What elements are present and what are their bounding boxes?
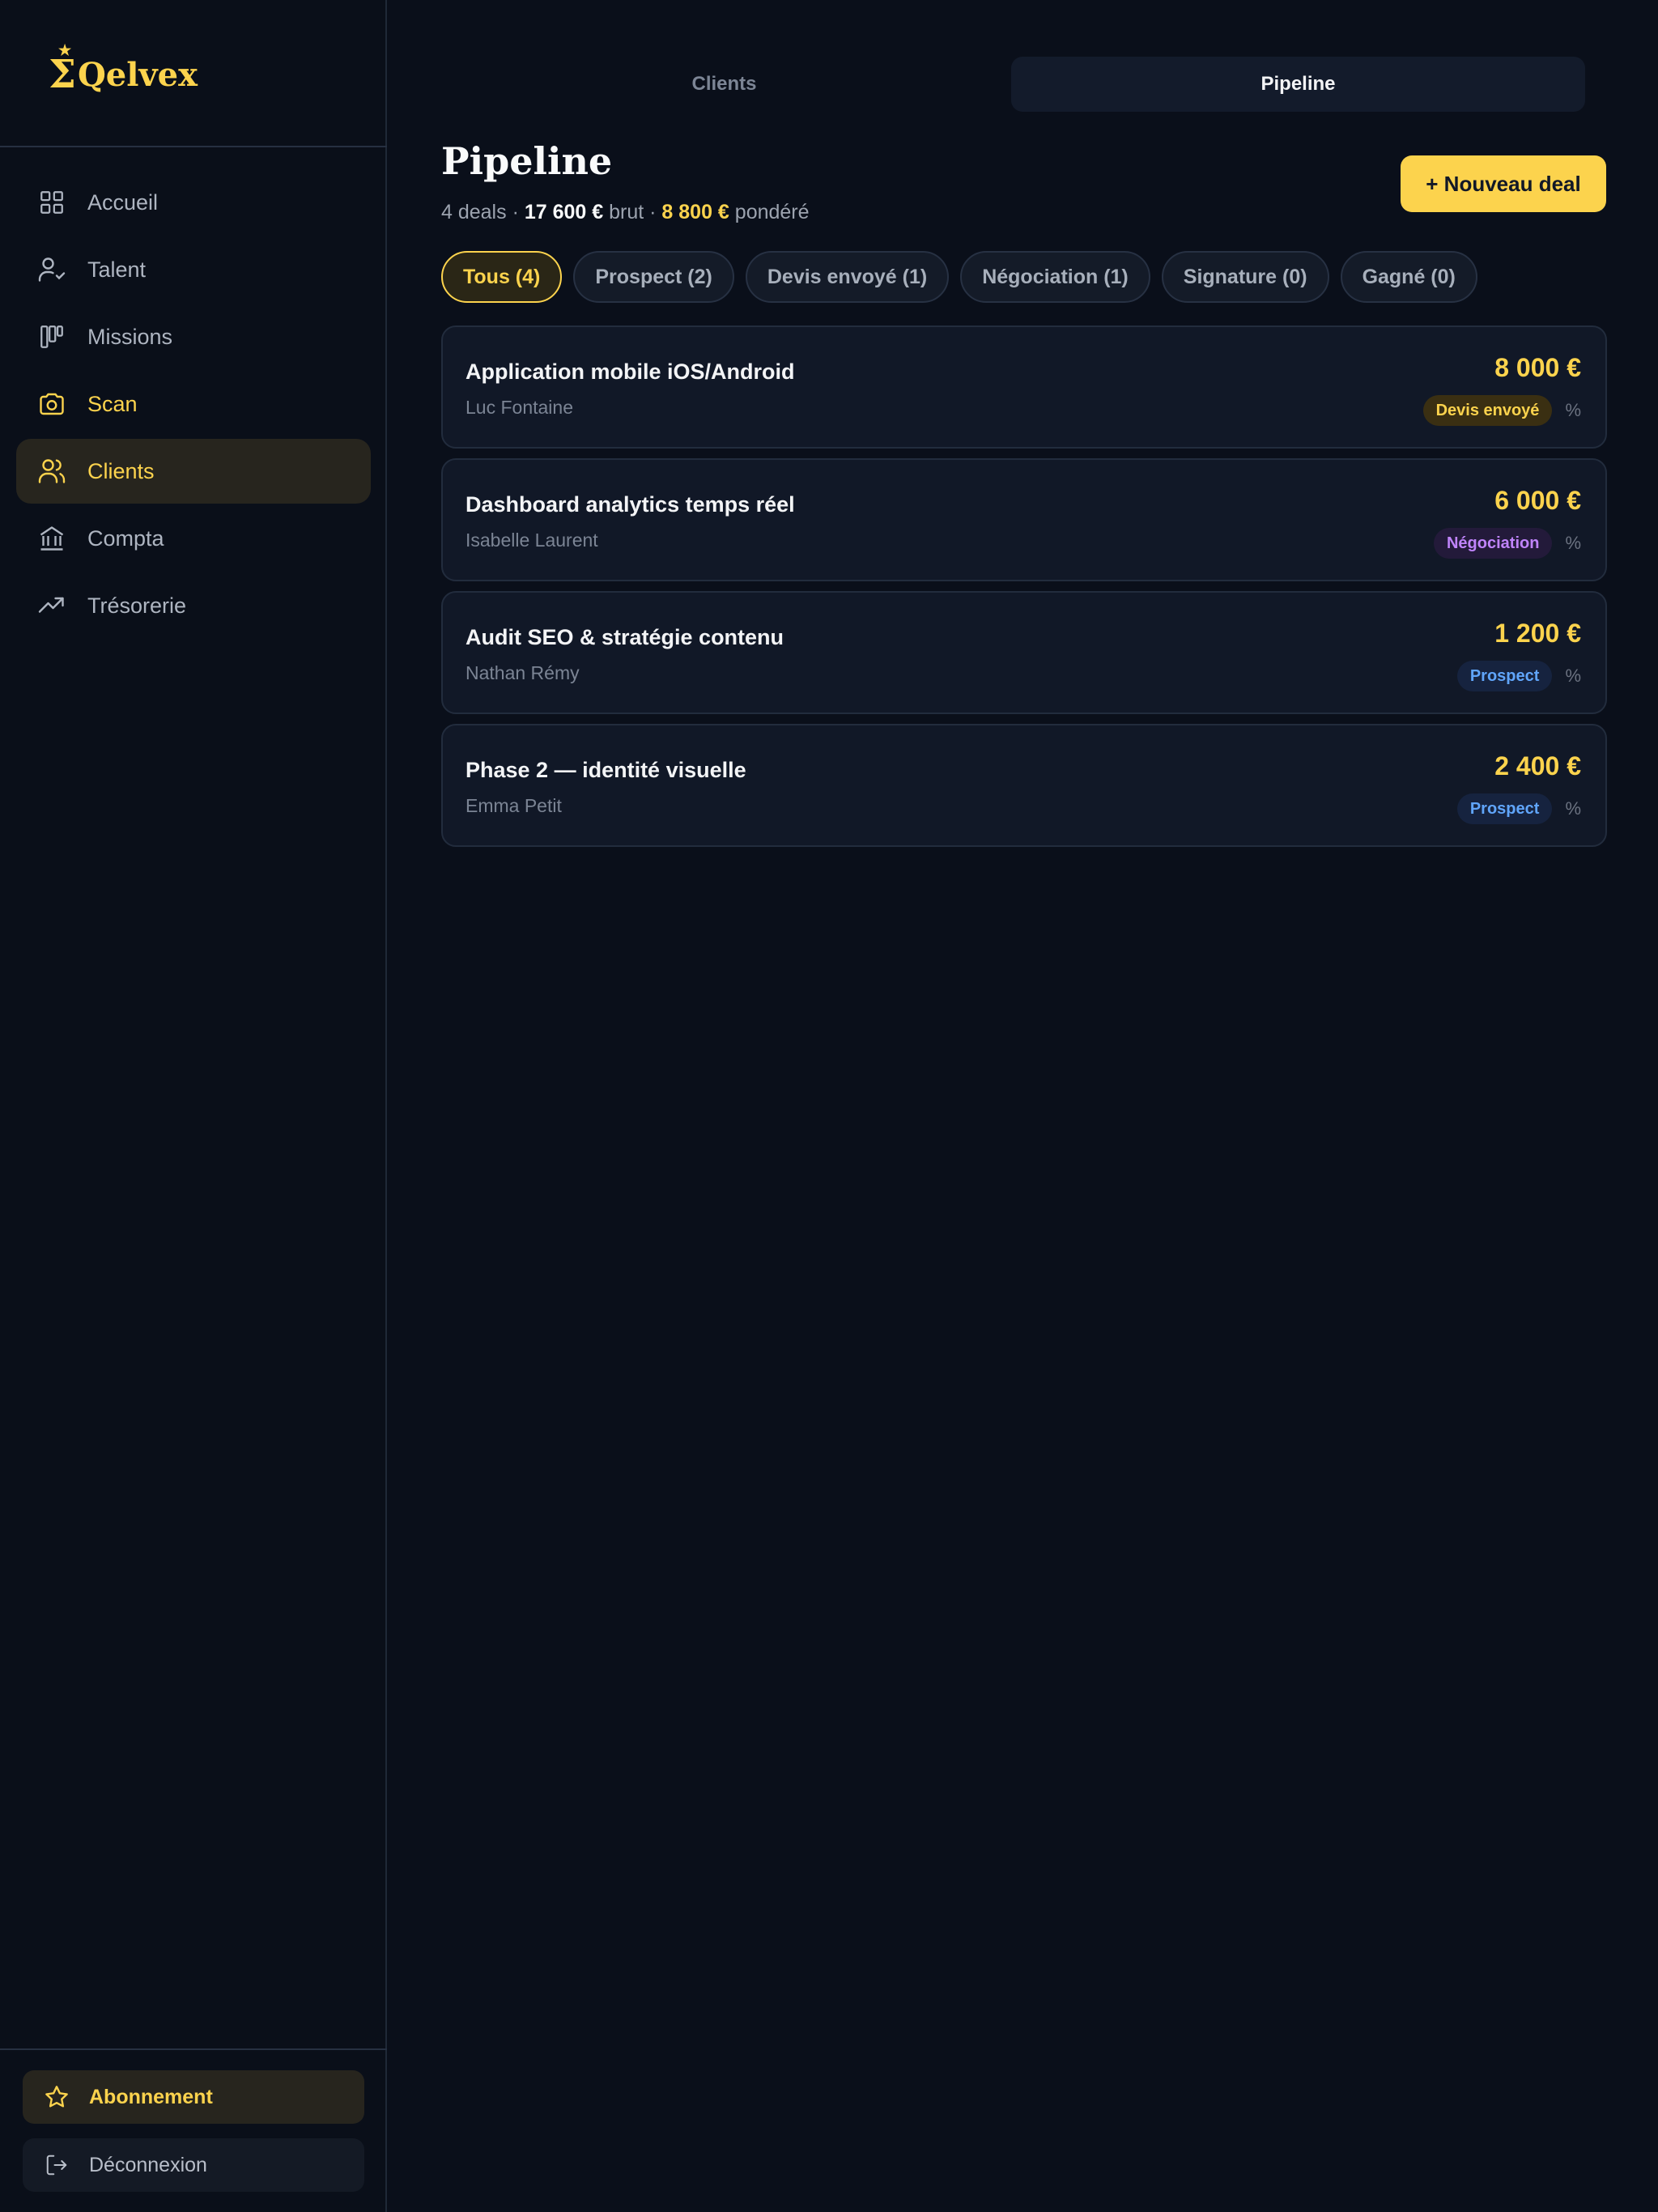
app-logo[interactable]: Σ ★ Qelvex <box>49 42 198 107</box>
summary-gross-amount: 17 600 € <box>524 201 604 223</box>
star-icon <box>42 2082 71 2112</box>
deal-meta: Prospect % <box>1456 793 1581 824</box>
deal-client: Isabelle Laurent <box>466 530 598 551</box>
sidebar-item-tresorerie[interactable]: Trésorerie <box>16 573 371 638</box>
sidebar-item-label: Compta <box>87 525 164 551</box>
page-title: Pipeline <box>441 139 613 183</box>
deconnexion-label: Déconnexion <box>89 2153 207 2176</box>
sidebar-item-label: Trésorerie <box>87 593 187 618</box>
tab-clients[interactable]: Clients <box>437 57 1011 112</box>
sidebar-item-label: Accueil <box>87 189 159 215</box>
deal-meta: Négociation % <box>1433 528 1581 559</box>
logout-icon <box>42 2150 71 2180</box>
sidebar: Σ ★ Qelvex Accueil Talent Missions Scan … <box>0 0 387 2212</box>
filter-gagne[interactable]: Gagné (0) <box>1340 251 1477 303</box>
camera-icon <box>36 388 68 420</box>
sidebar-item-accueil[interactable]: Accueil <box>16 170 371 235</box>
deal-probability: % <box>1565 400 1581 420</box>
deal-probability: % <box>1565 533 1581 553</box>
deconnexion-button[interactable]: Déconnexion <box>23 2138 364 2192</box>
deal-amount: 6 000 € <box>1494 486 1581 515</box>
deal-amount: 2 400 € <box>1494 751 1581 781</box>
sidebar-divider <box>0 2048 387 2050</box>
stage-badge: Négociation <box>1433 528 1553 559</box>
sidebar-divider <box>0 146 387 147</box>
deal-amount: 8 000 € <box>1494 353 1581 382</box>
deal-amount: 1 200 € <box>1494 619 1581 648</box>
summary-weighted-label: pondéré <box>729 201 810 223</box>
deal-title: Audit SEO & stratégie contenu <box>466 625 784 649</box>
logo-text: Qelvex <box>77 55 198 94</box>
filter-negociation[interactable]: Négociation (1) <box>960 251 1150 303</box>
sidebar-item-label: Talent <box>87 257 147 282</box>
logo-star-icon: ★ <box>58 42 72 59</box>
summary-gross-label: brut <box>603 201 644 223</box>
tab-pipeline[interactable]: Pipeline <box>1011 57 1585 112</box>
filter-prospect[interactable]: Prospect (2) <box>573 251 734 303</box>
view-tabs: Clients Pipeline <box>437 57 1585 112</box>
trending-up-icon <box>36 589 68 622</box>
deal-card[interactable]: Application mobile iOS/Android Luc Fonta… <box>441 325 1607 449</box>
kanban-icon <box>36 321 68 353</box>
summary-separator: · <box>644 201 662 223</box>
sidebar-item-clients[interactable]: Clients <box>16 439 371 504</box>
summary-weighted-amount: 8 800 € <box>661 201 729 223</box>
stage-badge: Devis envoyé <box>1422 395 1553 426</box>
sidebar-nav: Accueil Talent Missions Scan Clients Com… <box>16 170 371 640</box>
deal-title: Phase 2 — identité visuelle <box>466 758 746 782</box>
stage-badge: Prospect <box>1456 793 1553 824</box>
sidebar-item-label: Clients <box>87 458 155 483</box>
deal-title: Dashboard analytics temps réel <box>466 492 795 517</box>
new-deal-button[interactable]: + Nouveau deal <box>1401 155 1606 212</box>
filter-signature[interactable]: Signature (0) <box>1161 251 1329 303</box>
deal-meta: Devis envoyé % <box>1422 395 1581 426</box>
logo-sigma-icon: Σ ★ <box>49 42 76 97</box>
grid-icon <box>36 186 68 219</box>
stage-filters: Tous (4) Prospect (2) Devis envoyé (1) N… <box>441 251 1489 303</box>
bank-icon <box>36 522 68 555</box>
sidebar-item-label: Scan <box>87 391 138 416</box>
deal-probability: % <box>1565 666 1581 686</box>
sidebar-item-missions[interactable]: Missions <box>16 304 371 369</box>
deal-card[interactable]: Phase 2 — identité visuelle Emma Petit 2… <box>441 724 1607 847</box>
filter-devis-envoye[interactable]: Devis envoyé (1) <box>745 251 950 303</box>
sidebar-item-scan[interactable]: Scan <box>16 372 371 436</box>
deal-title: Application mobile iOS/Android <box>466 359 795 384</box>
main-content: Clients Pipeline Pipeline 4 deals · 17 6… <box>389 0 1658 2212</box>
deal-client: Nathan Rémy <box>466 662 580 683</box>
sidebar-item-label: Missions <box>87 324 173 349</box>
deal-card[interactable]: Audit SEO & stratégie contenu Nathan Rém… <box>441 591 1607 714</box>
filter-tous[interactable]: Tous (4) <box>441 251 563 303</box>
deal-client: Emma Petit <box>466 795 562 816</box>
deal-probability: % <box>1565 798 1581 819</box>
sidebar-item-talent[interactable]: Talent <box>16 237 371 302</box>
sidebar-item-compta[interactable]: Compta <box>16 506 371 571</box>
deal-card[interactable]: Dashboard analytics temps réel Isabelle … <box>441 458 1607 581</box>
user-check-icon <box>36 253 68 286</box>
pipeline-summary: 4 deals · 17 600 € brut · 8 800 € pondér… <box>441 201 810 224</box>
deal-list: Application mobile iOS/Android Luc Fonta… <box>441 325 1607 857</box>
abonnement-label: Abonnement <box>89 2085 213 2108</box>
deal-client: Luc Fontaine <box>466 397 573 418</box>
abonnement-button[interactable]: Abonnement <box>23 2070 364 2124</box>
users-icon <box>36 455 68 487</box>
summary-count: 4 deals <box>441 201 507 223</box>
summary-separator: · <box>506 201 525 223</box>
stage-badge: Prospect <box>1456 661 1553 691</box>
deal-meta: Prospect % <box>1456 661 1581 691</box>
